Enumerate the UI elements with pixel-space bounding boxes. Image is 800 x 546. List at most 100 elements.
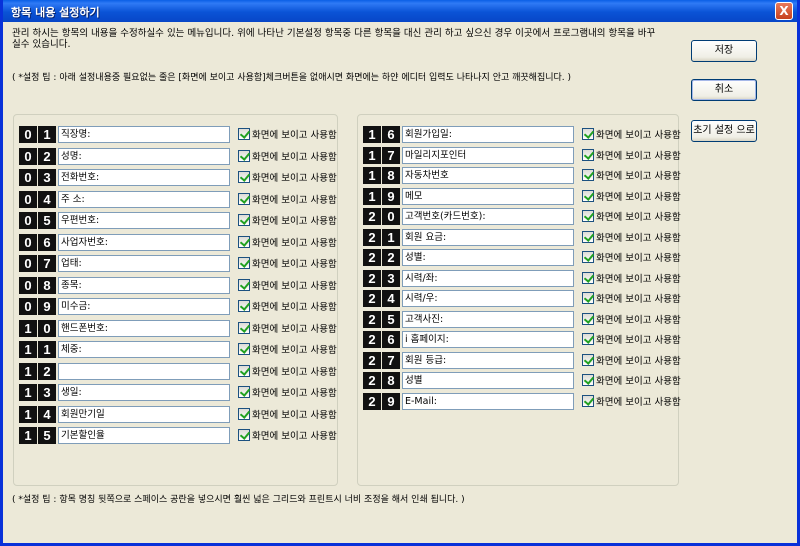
item-number-digit: 6 xyxy=(38,233,56,251)
show-use-checkbox[interactable] xyxy=(238,278,250,291)
item-number-digit: 9 xyxy=(382,392,400,410)
item-name-input[interactable]: 우편번호: xyxy=(58,212,230,229)
item-name-input[interactable]: 미수금: xyxy=(58,298,230,315)
item-number-digit: 4 xyxy=(382,290,400,307)
item-number: 27 xyxy=(363,351,400,369)
show-use-checkbox[interactable] xyxy=(238,386,250,398)
item-number-digit: 1 xyxy=(19,384,37,401)
show-use-label: 화면에 보이고 사용함 xyxy=(252,345,337,356)
close-icon[interactable]: X xyxy=(775,2,793,20)
show-use-checkbox[interactable] xyxy=(582,292,594,304)
field-row: 1 7 마일리지포인터 화면에 보이고 사용함 xyxy=(363,146,683,164)
item-name-input[interactable]: 기본할인율 xyxy=(58,427,230,444)
save-button[interactable]: 저장 xyxy=(691,40,757,62)
field-row: 1 8 자동차번호 화면에 보이고 사용함 xyxy=(363,167,683,184)
item-number: 11 xyxy=(19,341,56,358)
show-use-checkbox[interactable] xyxy=(582,312,594,325)
item-name-input[interactable]: 메모 xyxy=(402,187,574,205)
show-use-checkbox[interactable] xyxy=(238,407,250,420)
item-number: 05 xyxy=(19,212,56,229)
field-row: 0 5 우편번호: 화면에 보이고 사용함 xyxy=(19,212,339,229)
item-name-input[interactable]: 체중: xyxy=(58,341,230,358)
reset-defaults-button[interactable]: 초기 설정 으로 xyxy=(691,120,757,142)
show-use-checkbox[interactable] xyxy=(582,251,594,263)
item-name-input[interactable]: i 홈페이지: xyxy=(402,331,574,348)
show-use-label: 화면에 보이고 사용함 xyxy=(596,335,681,346)
item-number-digit: 4 xyxy=(38,405,56,423)
show-use-checkbox[interactable] xyxy=(238,171,250,183)
item-number-digit: 1 xyxy=(38,126,56,143)
item-name-input[interactable]: 직장명: xyxy=(58,126,230,143)
item-name-input[interactable]: 종목: xyxy=(58,276,230,294)
item-name-input[interactable]: 성별 xyxy=(402,372,574,389)
show-use-checkbox[interactable] xyxy=(238,429,250,441)
item-name-input[interactable]: 고객사진: xyxy=(402,310,574,328)
title-bar[interactable]: 항목 내용 설정하기 X xyxy=(3,0,797,22)
show-use-checkbox[interactable] xyxy=(238,235,250,248)
item-name-input[interactable]: 주 소: xyxy=(58,190,230,208)
show-use-checkbox[interactable] xyxy=(582,394,594,407)
field-row: 0 1 직장명: 화면에 보이고 사용함 xyxy=(19,126,339,143)
item-number-digit: 2 xyxy=(363,208,381,225)
show-use-checkbox[interactable] xyxy=(582,374,594,386)
item-name-input[interactable]: 생일: xyxy=(58,384,230,401)
item-name-input[interactable] xyxy=(58,362,230,380)
item-number-digit: 2 xyxy=(38,147,56,165)
show-use-checkbox[interactable] xyxy=(238,364,250,377)
item-number-digit: 0 xyxy=(19,147,37,165)
item-number-digit: 8 xyxy=(38,276,56,294)
field-row: 0 9 미수금: 화면에 보이고 사용함 xyxy=(19,298,339,315)
item-name-input[interactable]: 마일리지포인터 xyxy=(402,146,574,164)
show-use-label: 화면에 보이고 사용함 xyxy=(596,232,681,244)
show-use-checkbox[interactable] xyxy=(238,300,250,312)
field-row: 0 6 사업자번호: 화면에 보이고 사용함 xyxy=(19,233,339,251)
item-name-input[interactable]: 시력/우: xyxy=(402,290,574,307)
item-name-input[interactable]: 회원가입일: xyxy=(402,126,574,143)
item-number-digit: 0 xyxy=(19,212,37,229)
show-use-checkbox[interactable] xyxy=(582,128,594,140)
cancel-button[interactable]: 취소 xyxy=(691,79,757,101)
show-use-checkbox[interactable] xyxy=(238,192,250,205)
item-number-digit: 1 xyxy=(363,126,381,143)
tip-top: ( *설정 팁 : 아래 설정내용중 필요없는 줄은 [화면에 보이고 사용함]… xyxy=(12,73,572,83)
show-use-checkbox[interactable] xyxy=(238,257,250,269)
show-use-checkbox[interactable] xyxy=(582,189,594,202)
item-number: 17 xyxy=(363,146,400,164)
show-use-checkbox[interactable] xyxy=(582,169,594,181)
item-name-input[interactable]: 성명: xyxy=(58,147,230,165)
show-use-checkbox[interactable] xyxy=(582,271,594,284)
show-use-checkbox[interactable] xyxy=(582,148,594,161)
field-row: 2 8 성별 화면에 보이고 사용함 xyxy=(363,372,683,389)
item-name-input[interactable]: 회원만기일 xyxy=(58,405,230,423)
item-name-input[interactable]: 사업자번호: xyxy=(58,233,230,251)
show-use-checkbox[interactable] xyxy=(238,214,250,226)
right-fields-panel: 1 6 회원가입일: 화면에 보이고 사용함 1 7 마일리지포인터 화면에 보이고 사용함 1… xyxy=(357,114,681,486)
item-number: 18 xyxy=(363,167,400,184)
show-use-checkbox[interactable] xyxy=(582,210,594,222)
item-name-input[interactable]: 고객번호(카드번호): xyxy=(402,208,574,225)
show-use-label: 화면에 보이고 사용함 xyxy=(252,280,337,292)
show-use-checkbox[interactable] xyxy=(238,321,250,334)
item-name-input[interactable]: 회원 등급: xyxy=(402,351,574,369)
item-number: 19 xyxy=(363,187,400,205)
show-use-checkbox[interactable] xyxy=(238,128,250,140)
item-name-input[interactable]: 핸드폰번호: xyxy=(58,319,230,337)
item-number-digit: 6 xyxy=(382,331,400,348)
item-name-input[interactable]: E-Mail: xyxy=(402,392,574,410)
item-name-input[interactable]: 전화번호: xyxy=(58,169,230,186)
show-use-checkbox[interactable] xyxy=(582,230,594,243)
item-name-input[interactable]: 성별: xyxy=(402,249,574,266)
show-use-checkbox[interactable] xyxy=(582,333,594,345)
show-use-checkbox[interactable] xyxy=(582,353,594,366)
field-row: 2 4 시력/우: 화면에 보이고 사용함 xyxy=(363,290,683,307)
item-name-input[interactable]: 자동차번호 xyxy=(402,167,574,184)
item-name-input[interactable]: 회원 요금: xyxy=(402,228,574,246)
show-use-label: 화면에 보이고 사용함 xyxy=(596,130,681,141)
item-number: 15 xyxy=(19,427,56,444)
item-name-input[interactable]: 시력/좌: xyxy=(402,269,574,287)
show-use-label: 화면에 보이고 사용함 xyxy=(596,212,681,223)
show-use-label: 화면에 보이고 사용함 xyxy=(252,302,337,313)
show-use-checkbox[interactable] xyxy=(238,149,250,162)
item-name-input[interactable]: 업태: xyxy=(58,255,230,272)
show-use-checkbox[interactable] xyxy=(238,343,250,355)
